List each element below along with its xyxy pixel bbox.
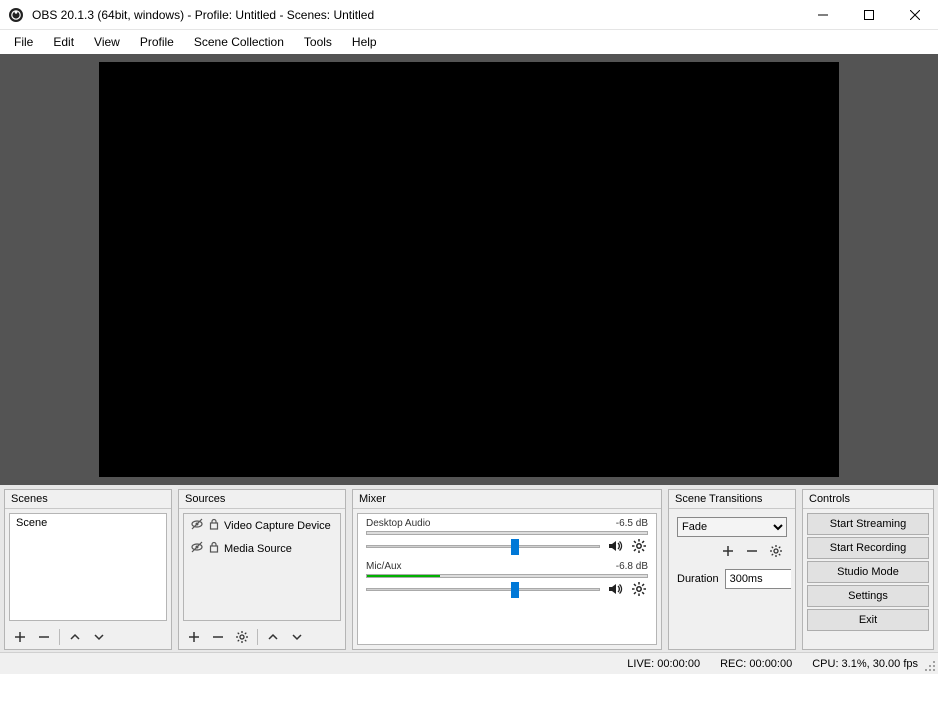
lock-icon[interactable]	[208, 518, 220, 533]
menubar: File Edit View Profile Scene Collection …	[0, 30, 938, 54]
gear-icon[interactable]	[630, 580, 648, 598]
menu-tools[interactable]: Tools	[294, 33, 342, 51]
studio-mode-button[interactable]: Studio Mode	[807, 561, 929, 583]
bottom-docks: Scenes Scene Sources Video Capture Devic…	[0, 485, 938, 652]
source-item[interactable]: Media Source	[184, 537, 340, 560]
status-cpu: CPU: 3.1%, 30.00 fps	[812, 658, 918, 670]
source-item-label: Media Source	[224, 543, 292, 555]
transition-properties-button[interactable]	[765, 541, 787, 561]
scene-item[interactable]: Scene	[10, 514, 166, 532]
controls-header: Controls	[803, 490, 933, 509]
menu-file[interactable]: File	[4, 33, 43, 51]
source-item-label: Video Capture Device	[224, 520, 331, 532]
source-add-button[interactable]	[183, 627, 205, 647]
resize-grip-icon[interactable]	[924, 660, 936, 672]
source-item[interactable]: Video Capture Device	[184, 514, 340, 537]
start-streaming-button[interactable]: Start Streaming	[807, 513, 929, 535]
transition-duration-label: Duration	[677, 573, 719, 585]
scenes-header: Scenes	[5, 490, 171, 509]
speaker-icon[interactable]	[606, 537, 624, 555]
controls-dock: Controls Start Streaming Start Recording…	[802, 489, 934, 650]
separator	[257, 629, 258, 645]
gear-icon[interactable]	[630, 537, 648, 555]
sources-header: Sources	[179, 490, 345, 509]
mixer-meter	[366, 574, 648, 578]
status-live: LIVE: 00:00:00	[627, 658, 700, 670]
mixer-channel-level: -6.8 dB	[616, 561, 648, 572]
statusbar: LIVE: 00:00:00 REC: 00:00:00 CPU: 3.1%, …	[0, 652, 938, 674]
titlebar: OBS 20.1.3 (64bit, windows) - Profile: U…	[0, 0, 938, 30]
mixer-channel-name: Mic/Aux	[366, 561, 402, 572]
exit-button[interactable]: Exit	[807, 609, 929, 631]
source-remove-button[interactable]	[207, 627, 229, 647]
menu-help[interactable]: Help	[342, 33, 387, 51]
close-button[interactable]	[892, 0, 938, 30]
separator	[59, 629, 60, 645]
mixer-channel: Mic/Aux -6.8 dB	[358, 557, 656, 600]
mixer-channel-level: -6.5 dB	[616, 518, 648, 529]
sources-toolbar	[179, 625, 345, 649]
mixer-header: Mixer	[353, 490, 661, 509]
mixer-channel: Desktop Audio -6.5 dB	[358, 514, 656, 557]
transitions-dock: Scene Transitions Fade Duration	[668, 489, 796, 650]
mixer-dock: Mixer Desktop Audio -6.5 dB Mic/A	[352, 489, 662, 650]
status-rec: REC: 00:00:00	[720, 658, 792, 670]
transition-select[interactable]: Fade	[677, 517, 787, 537]
preview-canvas[interactable]	[99, 62, 839, 477]
menu-view[interactable]: View	[84, 33, 130, 51]
scenes-dock: Scenes Scene	[4, 489, 172, 650]
menu-edit[interactable]: Edit	[43, 33, 84, 51]
mixer-volume-slider[interactable]	[366, 580, 600, 598]
scene-move-up-button[interactable]	[64, 627, 86, 647]
sources-list[interactable]: Video Capture Device Media Source	[183, 513, 341, 621]
menu-scene-collection[interactable]: Scene Collection	[184, 33, 294, 51]
eye-off-icon[interactable]	[190, 517, 204, 534]
lock-icon[interactable]	[208, 541, 220, 556]
controls-body: Start Streaming Start Recording Studio M…	[805, 511, 931, 647]
mixer-volume-slider[interactable]	[366, 537, 600, 555]
scene-remove-button[interactable]	[33, 627, 55, 647]
transition-duration-input[interactable]	[725, 569, 791, 589]
app-icon	[8, 7, 24, 23]
mixer-meter	[366, 531, 648, 535]
transitions-body: Fade Duration	[673, 513, 791, 645]
start-recording-button[interactable]: Start Recording	[807, 537, 929, 559]
scenes-toolbar	[5, 625, 171, 649]
minimize-button[interactable]	[800, 0, 846, 30]
maximize-button[interactable]	[846, 0, 892, 30]
window-title: OBS 20.1.3 (64bit, windows) - Profile: U…	[32, 8, 374, 22]
source-properties-button[interactable]	[231, 627, 253, 647]
mixer-body: Desktop Audio -6.5 dB Mic/Aux -6.8 dB	[357, 513, 657, 645]
eye-off-icon[interactable]	[190, 540, 204, 557]
source-move-down-button[interactable]	[286, 627, 308, 647]
menu-profile[interactable]: Profile	[130, 33, 184, 51]
transition-remove-button[interactable]	[741, 541, 763, 561]
preview-area	[0, 54, 938, 485]
mixer-channel-name: Desktop Audio	[366, 518, 431, 529]
scenes-list[interactable]: Scene	[9, 513, 167, 621]
scene-add-button[interactable]	[9, 627, 31, 647]
settings-button[interactable]: Settings	[807, 585, 929, 607]
scene-move-down-button[interactable]	[88, 627, 110, 647]
speaker-icon[interactable]	[606, 580, 624, 598]
scene-item-label: Scene	[16, 517, 47, 529]
source-move-up-button[interactable]	[262, 627, 284, 647]
transitions-header: Scene Transitions	[669, 490, 795, 509]
transition-add-button[interactable]	[717, 541, 739, 561]
sources-dock: Sources Video Capture Device Media Sourc…	[178, 489, 346, 650]
